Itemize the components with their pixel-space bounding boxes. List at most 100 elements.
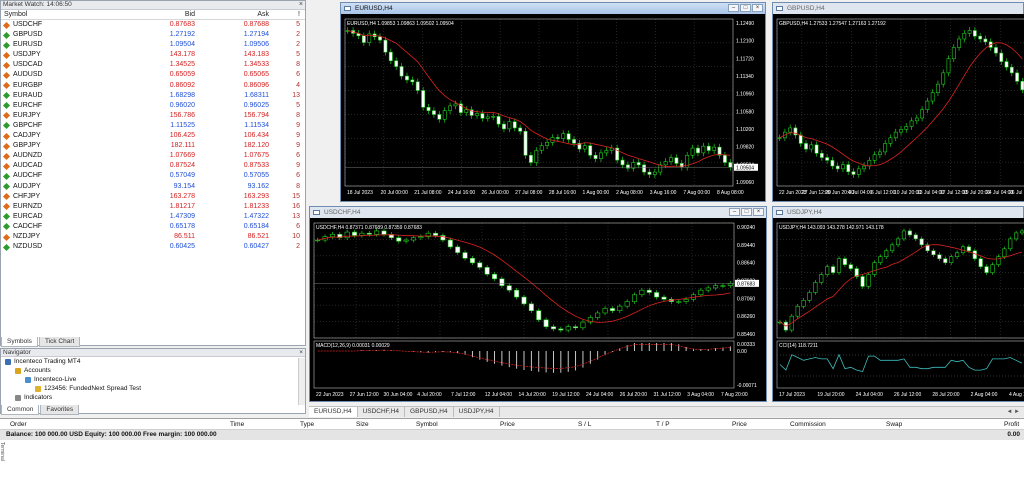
navigator-item[interactable]: Incenteco-Live bbox=[1, 375, 305, 384]
chart-window-title-bar[interactable]: USDJPY,H4 bbox=[773, 207, 1023, 218]
symbol-name: USDJPY bbox=[13, 51, 41, 59]
candle-body bbox=[639, 289, 645, 296]
column-header[interactable]: Price bbox=[500, 419, 515, 430]
column-bid[interactable]: Bid bbox=[133, 10, 195, 19]
market-watch-row[interactable]: AUDNZD 1.07669 1.07675 6 bbox=[1, 151, 305, 161]
candle-body bbox=[405, 75, 409, 81]
indicators-icon bbox=[15, 394, 21, 401]
gbpusd-price-chart[interactable]: GBPUSD,H4 1.27533 1.27547 1.27163 1.2719… bbox=[773, 14, 1024, 201]
candle-body bbox=[381, 230, 387, 235]
market-watch-row[interactable]: EURCHF 0.96020 0.96025 5 bbox=[1, 101, 305, 111]
column-header[interactable]: Swap bbox=[886, 419, 902, 430]
chart-tab-gbpusd[interactable]: GBPUSD,H4 bbox=[405, 407, 454, 417]
chart-background bbox=[310, 218, 766, 401]
market-watch-row[interactable]: CHFJPY 163.278 163.293 15 bbox=[1, 192, 305, 202]
spread-cell: 8 bbox=[296, 61, 300, 69]
market-watch-row[interactable]: NZDJPY 86.511 86.521 10 bbox=[1, 232, 305, 242]
chart-tab-scroll-arrows[interactable]: ◄ ► bbox=[1006, 407, 1020, 417]
chart-window-title: GBPUSD,H4 bbox=[787, 5, 825, 12]
column-header[interactable]: T / P bbox=[656, 419, 670, 430]
symbol-cell: GBPJPY bbox=[1, 141, 133, 151]
navigator-item[interactable]: 123456: FundedNext Spread Test bbox=[1, 384, 305, 393]
market-watch-row[interactable]: EURAUD 1.68298 1.68311 13 bbox=[1, 91, 305, 101]
maximize-button[interactable]: □ bbox=[741, 208, 752, 216]
spread-cell: 9 bbox=[296, 162, 300, 170]
close-button[interactable]: × bbox=[753, 208, 764, 216]
market-watch-row[interactable]: USDCAD 1.34525 1.34533 8 bbox=[1, 60, 305, 70]
chart-window-eurusd[interactable]: EURUSD,H4 – □ × EURUSD,H4 1.09853 1.0986… bbox=[340, 2, 766, 202]
chart-icon bbox=[776, 6, 783, 11]
market-watch-row[interactable]: AUDCHF 0.57049 0.57055 6 bbox=[1, 171, 305, 181]
chart-window-title-bar[interactable]: USDCHF,H4 – □ × bbox=[310, 207, 766, 218]
tab-favorites[interactable]: Favorites bbox=[40, 405, 80, 415]
usdchf-price-chart[interactable]: USDCHF,H4 0.87371 0.87689 0.87359 0.8768… bbox=[310, 218, 766, 401]
column-header[interactable]: S / L bbox=[578, 419, 591, 430]
market-watch-row[interactable]: EURNZD 1.81217 1.81233 16 bbox=[1, 202, 305, 212]
ask-cell: 1.07675 bbox=[243, 152, 269, 160]
market-watch-row[interactable]: NZDUSD 0.60425 0.60427 2 bbox=[1, 242, 305, 252]
market-watch-row[interactable]: USDJPY 143.178 143.183 5 bbox=[1, 50, 305, 60]
chart-window-gbpusd[interactable]: GBPUSD,H4 GBPUSD,H4 1.27533 1.27547 1.27… bbox=[772, 2, 1024, 202]
spread-cell: 6 bbox=[296, 152, 300, 160]
column-header[interactable]: Price bbox=[732, 419, 747, 430]
column-header[interactable]: Size bbox=[356, 419, 369, 430]
candle-body bbox=[909, 120, 914, 127]
column-header[interactable]: Symbol bbox=[416, 419, 438, 430]
market-watch-row[interactable]: EURGBP 0.86092 0.86096 4 bbox=[1, 81, 305, 91]
navigator-item[interactable]: Indicators bbox=[1, 393, 305, 402]
column-header[interactable]: Commission bbox=[790, 419, 826, 430]
maximize-button[interactable]: □ bbox=[740, 4, 751, 12]
column-header[interactable]: Profit bbox=[1004, 419, 1019, 430]
market-watch-row[interactable]: EURUSD 1.09504 1.09506 2 bbox=[1, 40, 305, 50]
balance-row[interactable]: Balance: 100 000.00 USD Equity: 100 000.… bbox=[0, 430, 1024, 440]
navigator-item[interactable]: Incenteco Trading MT4 bbox=[1, 357, 305, 366]
tab-tick-chart[interactable]: Tick Chart bbox=[38, 337, 81, 347]
market-watch-row[interactable]: GBPUSD 1.27192 1.27194 2 bbox=[1, 30, 305, 40]
usdjpy-price-chart[interactable]: USDJPY,H4 143.093 143.278 142.971 143.17… bbox=[773, 218, 1024, 401]
tab-common[interactable]: Common bbox=[1, 405, 40, 415]
chart-window-usdchf[interactable]: USDCHF,H4 – □ × USDCHF,H4 0.87371 0.8768… bbox=[309, 206, 767, 402]
eurusd-price-chart[interactable]: EURUSD,H4 1.09853 1.09863 1.09502 1.0950… bbox=[341, 14, 765, 201]
tab-symbols[interactable]: Symbols bbox=[1, 337, 38, 347]
market-watch-row[interactable]: AUDCAD 0.87524 0.87533 9 bbox=[1, 161, 305, 171]
column-spread[interactable]: ! bbox=[269, 10, 303, 19]
chart-tab-usdchf[interactable]: USDCHF,H4 bbox=[358, 407, 406, 417]
navigator-item-label: Accounts bbox=[24, 367, 51, 374]
spread-cell: 9 bbox=[296, 142, 300, 150]
chart-window-title-bar[interactable]: EURUSD,H4 – □ × bbox=[341, 3, 765, 14]
navigator-scrollbar[interactable] bbox=[298, 358, 305, 405]
market-watch-row[interactable]: EURCAD 1.47309 1.47322 13 bbox=[1, 212, 305, 222]
column-header[interactable]: Order bbox=[10, 419, 27, 430]
candle-body bbox=[415, 81, 420, 91]
close-button[interactable]: × bbox=[752, 4, 763, 12]
market-watch-row[interactable]: CADCHF 0.65178 0.65184 6 bbox=[1, 222, 305, 232]
candle-body bbox=[507, 121, 512, 130]
chart-window-usdjpy[interactable]: USDJPY,H4 USDJPY,H4 143.093 143.278 142.… bbox=[772, 206, 1024, 402]
column-header[interactable]: Time bbox=[230, 419, 244, 430]
minimize-button[interactable]: – bbox=[728, 4, 739, 12]
market-watch-row[interactable]: EURJPY 156.786 156.794 8 bbox=[1, 111, 305, 121]
column-symbol[interactable]: Symbol bbox=[1, 10, 133, 19]
market-watch-rows: USDCHF 0.87683 0.87688 5 GBPUSD 1.27192 1.2719… bbox=[1, 20, 305, 252]
minimize-button[interactable]: – bbox=[729, 208, 740, 216]
candle-body bbox=[426, 106, 431, 111]
ask-cell: 1.27194 bbox=[243, 31, 269, 39]
column-header[interactable]: Type bbox=[300, 419, 314, 430]
market-watch-row[interactable]: CADJPY 106.425 106.434 9 bbox=[1, 131, 305, 141]
chart-window-title-bar[interactable]: GBPUSD,H4 bbox=[773, 3, 1023, 14]
close-icon[interactable]: × bbox=[299, 349, 303, 356]
navigator-item[interactable]: Accounts bbox=[1, 366, 305, 375]
chart-tab-eurusd[interactable]: EURUSD,H4 bbox=[309, 407, 358, 417]
candle-body bbox=[588, 145, 593, 156]
market-watch-row[interactable]: AUDJPY 93.154 93.162 8 bbox=[1, 182, 305, 192]
chart-tab-usdjpy[interactable]: USDJPY,H4 bbox=[454, 407, 500, 417]
column-ask[interactable]: Ask bbox=[195, 10, 269, 19]
candle-body bbox=[722, 154, 727, 163]
candle-body bbox=[636, 162, 641, 166]
market-watch-row[interactable]: GBPJPY 182.111 182.120 9 bbox=[1, 141, 305, 151]
candle-body bbox=[867, 160, 872, 167]
close-icon[interactable]: × bbox=[299, 1, 303, 9]
market-watch-row[interactable]: AUDUSD 0.65059 0.65065 6 bbox=[1, 70, 305, 80]
market-watch-row[interactable]: GBPCHF 1.11525 1.11534 9 bbox=[1, 121, 305, 131]
market-watch-row[interactable]: USDCHF 0.87683 0.87688 5 bbox=[1, 20, 305, 30]
